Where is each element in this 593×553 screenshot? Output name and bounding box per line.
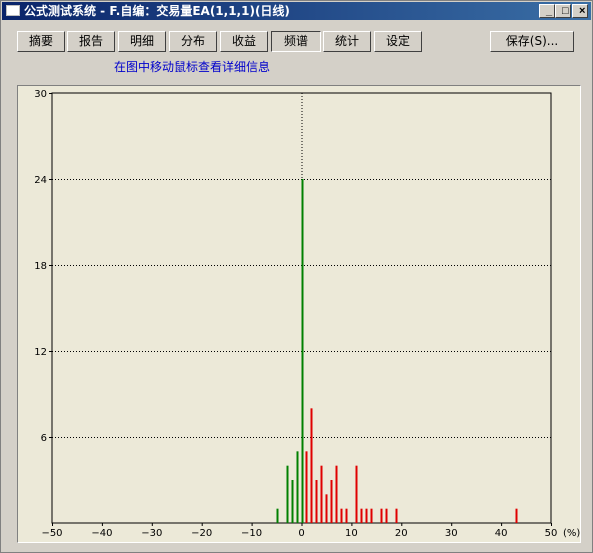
x-tick-label: 0: [298, 528, 304, 539]
tab-spectrum[interactable]: 频谱: [271, 31, 321, 52]
x-unit-label: (%): [563, 528, 580, 539]
tab-profit[interactable]: 收益: [220, 31, 268, 52]
tab-distribution[interactable]: 分布: [169, 31, 217, 52]
x-tick-label: 10: [345, 528, 358, 539]
tab-summary[interactable]: 摘要: [17, 31, 65, 52]
tab-detail[interactable]: 明细: [118, 31, 166, 52]
y-tick-label: 24: [34, 175, 47, 186]
x-tick-label: −40: [91, 528, 112, 539]
chart-panel[interactable]: 6 12 18 24 30 −50 −40 −30 −20 −10 0 10 20 30 40 50 (%): [17, 85, 581, 543]
x-tick-label: −30: [141, 528, 162, 539]
title-bar[interactable]: 公式测试系统 - F.自编：交易量EA(1,1,1)(日线) _ □ ×: [2, 2, 591, 20]
y-tick-label: 6: [41, 433, 47, 444]
app-icon: [6, 5, 20, 16]
tab-settings[interactable]: 设定: [374, 31, 422, 52]
minimize-button[interactable]: _: [539, 4, 555, 18]
x-tick-label: 40: [495, 528, 508, 539]
x-tick-label: 30: [445, 528, 458, 539]
tab-statistics[interactable]: 统计: [323, 31, 371, 52]
hint-text: 在图中移动鼠标查看详细信息: [114, 60, 271, 74]
close-button[interactable]: ×: [572, 4, 588, 18]
x-tick-label: 20: [395, 528, 408, 539]
tab-report[interactable]: 报告: [67, 31, 115, 52]
y-tick-label: 12: [34, 347, 47, 358]
x-tick-label: 50: [545, 528, 558, 539]
x-tick-label: −10: [241, 528, 262, 539]
app-window: 公式测试系统 - F.自编：交易量EA(1,1,1)(日线) _ □ × 摘要 …: [0, 0, 593, 553]
spectrum-chart[interactable]: 6 12 18 24 30 −50 −40 −30 −20 −10 0 10 20 30 40 50 (%): [18, 86, 580, 542]
x-tick-label: −20: [191, 528, 212, 539]
window-title: 公式测试系统 - F.自编：交易量EA(1,1,1)(日线): [24, 4, 290, 18]
y-tick-label: 30: [34, 89, 47, 100]
x-tick-label: −50: [41, 528, 62, 539]
save-button[interactable]: 保存(S)...: [490, 31, 574, 52]
y-tick-label: 18: [34, 261, 47, 272]
maximize-button[interactable]: □: [555, 4, 571, 18]
